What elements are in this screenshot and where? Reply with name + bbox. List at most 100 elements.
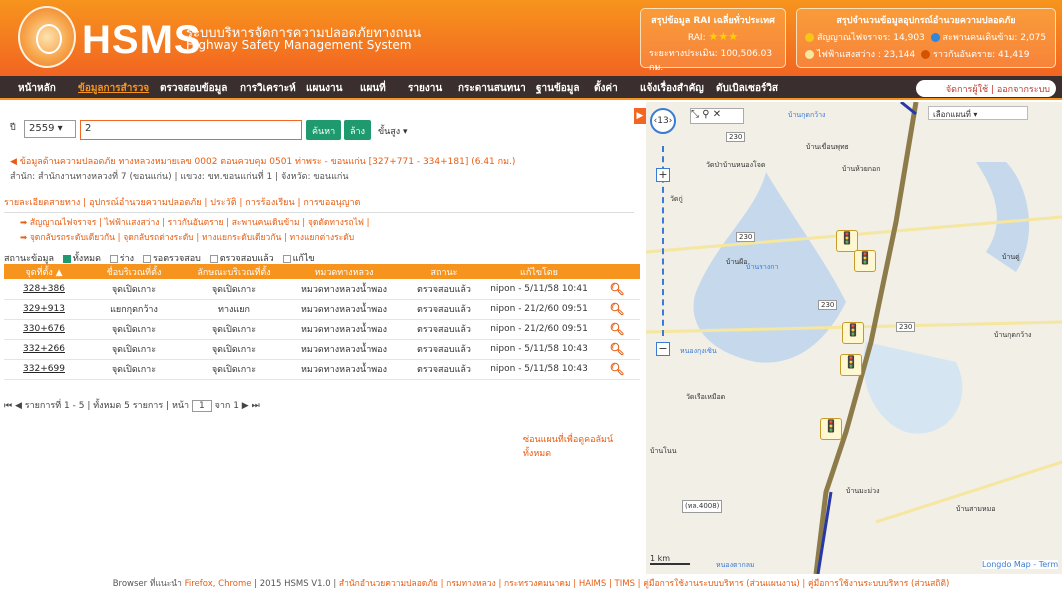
traffic-signal-marker-icon[interactable]: 🚦 xyxy=(836,230,858,252)
location-link[interactable]: 328+386 xyxy=(4,279,84,300)
magnifier-icon[interactable]: 🔍︎ xyxy=(609,302,624,316)
zoom-in-icon[interactable]: + xyxy=(656,168,670,182)
menu-report[interactable]: รายงาน xyxy=(408,81,442,96)
view-cell[interactable]: 🔍︎ xyxy=(594,319,640,340)
device-sublinks-2[interactable]: ➡ จุดกลับรถระดับเดียวกัน | จุดกลับรถต่าง… xyxy=(20,230,354,244)
menu-settings[interactable]: ตั้งค่า xyxy=(594,81,618,96)
route-shield-4008: (ทล.4008) xyxy=(682,500,723,513)
close-icon[interactable]: ✕ xyxy=(713,109,721,120)
view-cell[interactable]: 🔍︎ xyxy=(594,279,640,300)
map-type-select[interactable]: เลือกแผนที่ ▾ xyxy=(928,106,1028,120)
search-button[interactable]: ค้นหา xyxy=(306,120,342,140)
location-link[interactable]: 329+913 xyxy=(4,299,84,320)
map-view[interactable]: ‹13› + − ⤡ ⚲ ✕ 🚦 🚦 🚦 🚦 🚦 230 230 230 230… xyxy=(646,102,1062,574)
search-input[interactable]: 2 xyxy=(80,120,302,140)
map-attribution[interactable]: Longdo Map - Term xyxy=(982,560,1059,569)
col-location[interactable]: จุดที่ตั้ง ▲ xyxy=(4,264,84,279)
map-scale: 1 km xyxy=(650,554,690,565)
map-tools[interactable]: ⤡ ⚲ ✕ xyxy=(690,108,744,124)
col-place-name: ชื่อบริเวณที่ตั้ง xyxy=(84,264,184,279)
advanced-search-toggle[interactable]: ขั้นสูง ▾ xyxy=(378,124,408,138)
magnifier-icon[interactable]: 🔍︎ xyxy=(609,322,624,336)
table-cell: nipon - 5/11/58 10:43 xyxy=(484,359,594,380)
table-cell: ตรวจสอบแล้ว xyxy=(404,299,484,320)
magnifier-icon[interactable]: 🔍︎ xyxy=(609,282,624,296)
status-all-checkbox[interactable] xyxy=(62,254,71,263)
location-link[interactable]: 332+699 xyxy=(4,359,84,380)
place-label: บ้านรางกา xyxy=(746,263,779,271)
menu-plan[interactable]: แผนงาน xyxy=(306,81,342,96)
place-label: วัดป่าบ้านหนองโจด xyxy=(706,161,766,169)
table-cell: จุดเปิดเกาะ xyxy=(184,279,284,300)
barriers-count: ราวกันอันตราย: 41,419 xyxy=(933,50,1030,60)
table-row[interactable]: 329+913 แยกกุดกว้าง ทางแยก หมวดทางหลวงน้ำพอ… xyxy=(4,299,640,320)
crossings-count: สะพานคนเดินข้าม: 2,075 xyxy=(942,33,1047,43)
traffic-signal-marker-icon[interactable]: 🚦 xyxy=(842,322,864,344)
status-pending-checkbox[interactable] xyxy=(142,254,151,263)
zoom-out-icon[interactable]: − xyxy=(656,342,670,356)
rai-summary-panel: สรุปข้อมูล RAI เฉลี่ยทั่วประเทศ RAI: ★★★… xyxy=(640,8,786,73)
table-row[interactable]: 330+676 จุดเปิดเกาะ จุดเปิดเกาะ หมวดทางหลวง… xyxy=(4,319,640,340)
traffic-signal-marker-icon[interactable]: 🚦 xyxy=(820,418,842,440)
table-row[interactable]: 332+699 จุดเปิดเกาะ จุดเปิดเกาะ หมวดทางหลวง… xyxy=(4,359,640,380)
menu-database[interactable]: ฐานข้อมูล xyxy=(536,81,580,96)
table-cell: nipon - 5/11/58 10:43 xyxy=(484,339,594,360)
device-sublinks-1[interactable]: ➡ สัญญาณไฟจราจร | ไฟฟ้าแสงสว่าง | ราวกัน… xyxy=(20,215,370,229)
col-place-type: ลักษณะบริเวณที่ตั้ง xyxy=(184,264,284,279)
table-row[interactable]: 332+266 จุดเปิดเกาะ จุดเปิดเกาะ หมวดทางหลวง… xyxy=(4,339,640,360)
user-links[interactable]: จัดการผู้ใช้ | ออกจากระบบ xyxy=(916,80,1056,97)
page-select[interactable]: 1 xyxy=(191,400,212,412)
table-cell: nipon - 21/2/60 09:51 xyxy=(484,299,594,320)
status-checked-checkbox[interactable] xyxy=(209,254,218,263)
menu-analysis[interactable]: การวิเคราะห์ xyxy=(240,81,296,96)
year-select[interactable]: 2559 ▾ xyxy=(24,120,76,138)
table-row[interactable]: 328+386 จุดเปิดเกาะ จุดเปิดเกาะ หมวดทางหลวง… xyxy=(4,279,640,300)
view-cell[interactable]: 🔍︎ xyxy=(594,359,640,380)
menu-survey-data[interactable]: ข้อมูลการสำรวจ xyxy=(78,81,149,96)
hide-map-link[interactable]: ซ่อนแผนที่เพื่อดูคอลัมน์ทั้งหมด xyxy=(523,432,640,460)
magnifier-icon[interactable]: 🔍︎ xyxy=(609,342,624,356)
status-fix-checkbox[interactable] xyxy=(282,254,291,263)
guardrail-icon xyxy=(921,50,930,59)
search-icon[interactable]: ⚲ xyxy=(702,109,709,120)
rai-stars-icon: ★★★ xyxy=(708,30,739,43)
place-label: บ้านมะม่วง xyxy=(846,487,880,495)
table-cell: nipon - 21/2/60 09:51 xyxy=(484,319,594,340)
view-cell[interactable]: 🔍︎ xyxy=(594,299,640,320)
menu-home[interactable]: หน้าหลัก xyxy=(18,81,56,96)
table-cell: ตรวจสอบแล้ว xyxy=(404,339,484,360)
pointer-icon[interactable]: ⤡ xyxy=(691,109,699,120)
menu-notices[interactable]: แจ้งเรื่องสำคัญ xyxy=(640,81,704,96)
rai-label: RAI: xyxy=(687,33,706,43)
pagination: ⏮ ◀ รายการที่ 1 - 5 | ทั้งหมด 5 รายการ |… xyxy=(4,400,260,412)
menu-map[interactable]: แผนที่ xyxy=(360,81,386,96)
table-cell: ตรวจสอบแล้ว xyxy=(404,359,484,380)
map-zoom-compass[interactable]: ‹13› xyxy=(650,108,676,134)
menu-double-service[interactable]: ดับเบิลเซอร์วิส xyxy=(716,81,778,96)
location-link[interactable]: 332+266 xyxy=(4,339,84,360)
detail-tabs[interactable]: รายละเอียดสายทาง | อุปกรณ์อำนวยความปลอดภ… xyxy=(4,195,634,213)
table-cell: จุดเปิดเกาะ xyxy=(84,339,184,360)
department-seal-logo xyxy=(18,6,76,68)
col-status: สถานะ xyxy=(404,264,484,279)
clear-button[interactable]: ล้าง xyxy=(344,120,371,140)
place-label: บ้านกุดกว้าง xyxy=(788,111,826,119)
traffic-signal-marker-icon[interactable]: 🚦 xyxy=(840,354,862,376)
footer-links[interactable]: สำนักอำนวยความปลอดภัย | กรมทางหลวง | กระ… xyxy=(339,579,949,589)
location-link[interactable]: 330+676 xyxy=(4,319,84,340)
status-draft-checkbox[interactable] xyxy=(109,254,118,263)
devices-panel-title: สรุปจำนวนข้อมูลอุปกรณ์อำนวยความปลอดภัย xyxy=(836,16,1016,26)
menu-forum[interactable]: กระดานสนทนา xyxy=(458,81,526,96)
status-filter: สถานะข้อมูล ทั้งหมด ร่าง รอตรวจสอบ ตรวจส… xyxy=(4,254,315,264)
menu-verify-data[interactable]: ตรวจสอบข้อมูล xyxy=(160,81,227,96)
magnifier-icon[interactable]: 🔍︎ xyxy=(609,362,624,376)
route-info-line: ◀ ข้อมูลด้านความปลอดภัย ทางหลวงหมายเลข 0… xyxy=(10,157,516,167)
place-label: บ้านโนน xyxy=(650,447,677,455)
traffic-signal-marker-icon[interactable]: 🚦 xyxy=(854,250,876,272)
collapse-panel-toggle[interactable]: ▶ xyxy=(634,108,646,124)
place-label: บ้านสามหมอ xyxy=(956,505,996,513)
view-cell[interactable]: 🔍︎ xyxy=(594,339,640,360)
street-light-icon xyxy=(805,50,814,59)
place-label: บ้านห้วยกอก xyxy=(842,165,881,173)
place-label: บ้านดู่ xyxy=(1002,253,1020,261)
